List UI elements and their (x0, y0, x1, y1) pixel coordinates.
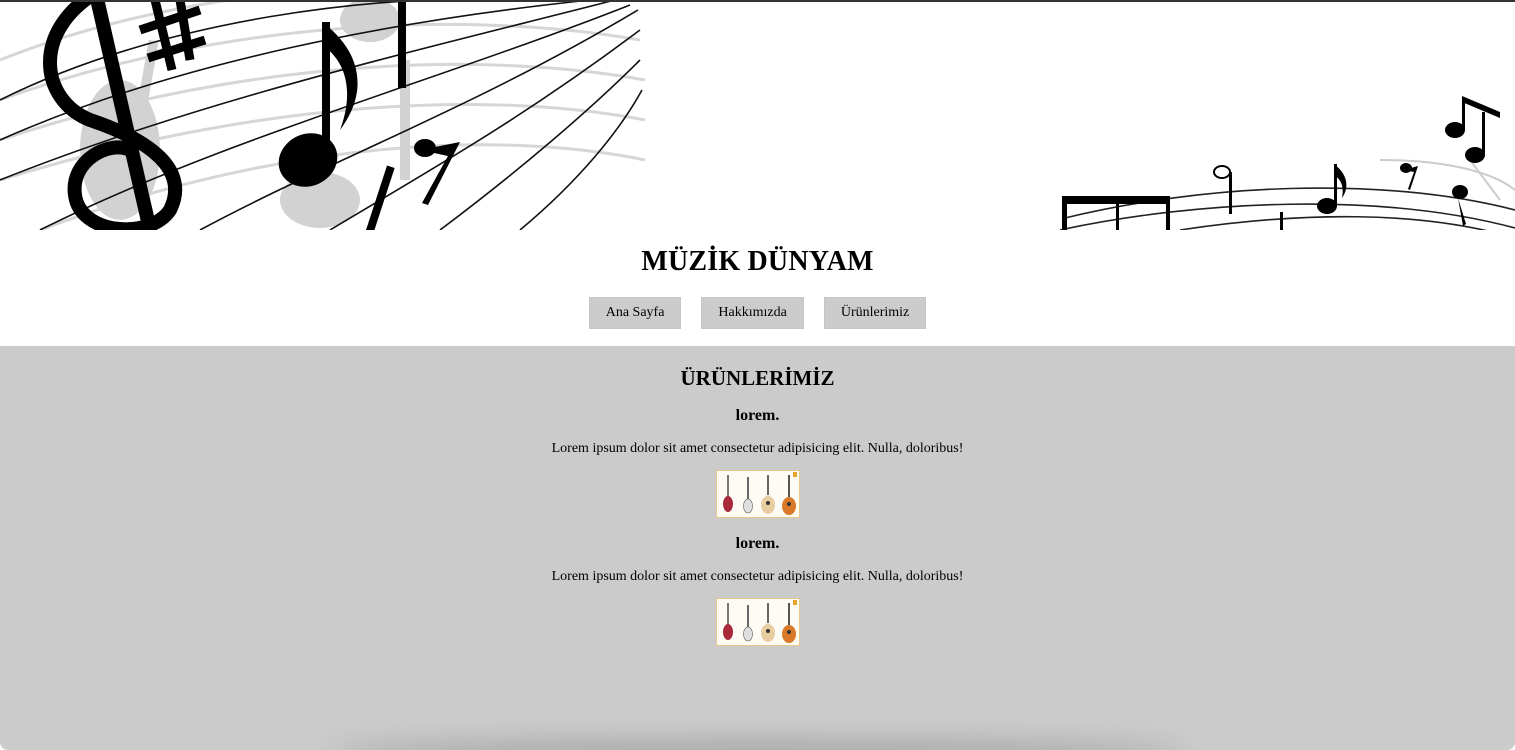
top-border (0, 0, 1515, 2)
nav-about-button[interactable]: Hakkımızda (701, 297, 804, 329)
site-title: MÜZİK DÜNYAM (641, 246, 874, 277)
guitar-image (715, 598, 800, 646)
bottom-shadow (330, 740, 1185, 750)
product-title: lorem. (735, 407, 780, 424)
nav-products-button[interactable]: Ürünlerimiz (823, 297, 927, 329)
nav-home-button[interactable]: Ana Sayfa (588, 297, 682, 329)
products-section: ÜRÜNLERİMİZ lorem. Lorem ipsum dolor sit… (0, 346, 1515, 750)
page: MÜZİK DÜNYAM Ana Sayfa Hakkımızda Ürünle… (0, 0, 1515, 750)
product-description: Lorem ipsum dolor sit amet consectetur a… (551, 569, 964, 584)
product-card: lorem. Lorem ipsum dolor sit amet consec… (0, 532, 1515, 646)
guitar-image (715, 470, 800, 518)
main-nav: Ana Sayfa Hakkımızda Ürünlerimiz (0, 297, 1515, 329)
products-heading: ÜRÜNLERİMİZ (680, 366, 835, 390)
banner-image (0, 0, 1515, 230)
product-title: lorem. (735, 535, 780, 552)
product-description: Lorem ipsum dolor sit amet consectetur a… (551, 441, 964, 456)
product-card: lorem. Lorem ipsum dolor sit amet consec… (0, 404, 1515, 518)
